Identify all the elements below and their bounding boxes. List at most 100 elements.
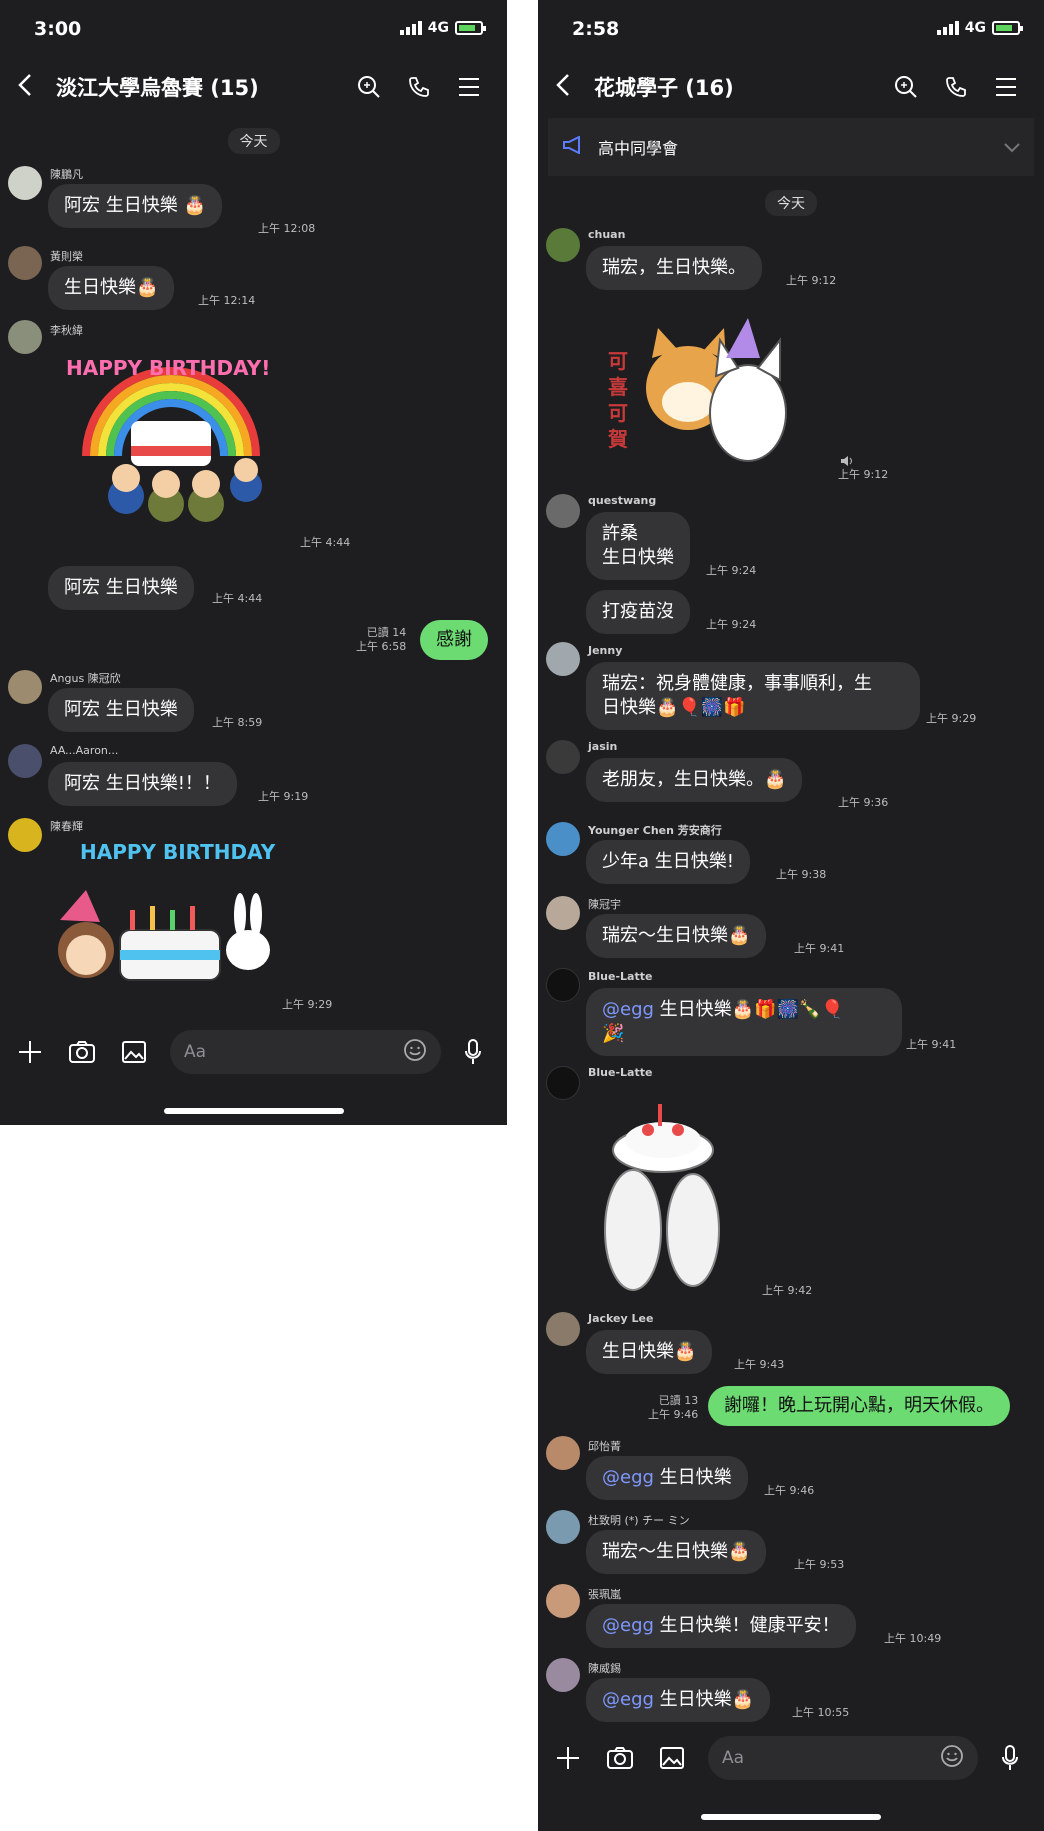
seal-cake-sticker[interactable] <box>588 1090 738 1300</box>
microphone-icon[interactable] <box>451 1038 495 1066</box>
avatar[interactable] <box>8 320 42 354</box>
message-bubble[interactable]: @egg 生日快樂🎂🎁🎆🍾🎈 🎉 <box>586 988 902 1056</box>
plus-icon[interactable] <box>546 1745 590 1771</box>
emoji-icon[interactable] <box>403 1038 427 1067</box>
camera-icon[interactable] <box>60 1040 104 1064</box>
message-bubble[interactable]: 打疫苗沒 <box>586 590 690 634</box>
message-line: 日快樂🎂🎈🎆🎁 <box>602 697 746 718</box>
mention[interactable]: @egg <box>602 999 654 1020</box>
message-time: 上午 9:24 <box>706 564 757 577</box>
outgoing-bubble[interactable]: 謝囉！晚上玩開心點，明天休假。 <box>708 1386 1010 1426</box>
avatar[interactable] <box>8 246 42 280</box>
message-time: 上午 6:58 <box>356 640 407 653</box>
chevron-down-icon[interactable] <box>1004 138 1020 157</box>
avatar[interactable] <box>546 1066 580 1100</box>
camera-icon[interactable] <box>598 1746 642 1770</box>
avatar[interactable] <box>8 670 42 704</box>
message-bubble[interactable]: 阿宏 生日快樂 <box>48 566 194 610</box>
message-time: 上午 12:14 <box>198 294 256 307</box>
message-bubble[interactable]: @egg 生日快樂🎂 <box>586 1678 771 1722</box>
menu-icon[interactable] <box>455 73 483 101</box>
message-time: 上午 9:12 <box>838 468 889 481</box>
avatar[interactable] <box>546 740 580 774</box>
avatar[interactable] <box>546 1436 580 1470</box>
avatar[interactable] <box>8 818 42 852</box>
message-bubble[interactable]: 瑞宏～生日快樂🎂 <box>586 914 767 958</box>
input-placeholder: Aa <box>184 1042 207 1062</box>
message-bubble[interactable]: 阿宏 生日快樂 🎂 <box>48 184 222 228</box>
menu-icon[interactable] <box>992 73 1020 101</box>
emoji-icon[interactable] <box>940 1744 964 1773</box>
message-line: 許桑 <box>602 523 638 544</box>
avatar[interactable] <box>546 228 580 262</box>
sticker-text: HAPPY BIRTHDAY <box>80 840 276 864</box>
avatar[interactable] <box>546 1312 580 1346</box>
message-time: 上午 9:41 <box>906 1038 957 1051</box>
avatar[interactable] <box>546 1658 580 1692</box>
image-icon[interactable] <box>112 1040 156 1064</box>
announcement-text: 高中同學會 <box>598 139 679 158</box>
message-bubble[interactable]: 瑞宏，生日快樂。 <box>586 246 762 290</box>
message-bubble[interactable]: @egg 生日快樂！健康平安！ <box>586 1604 856 1648</box>
message-bubble[interactable]: 許桑 生日快樂 <box>586 512 690 580</box>
avatar[interactable] <box>546 1510 580 1544</box>
sender-name: 陳冠宇 <box>588 898 621 911</box>
message-line: 生日快樂！健康平安！ <box>653 1615 840 1636</box>
chat-header: 淡江大學烏魯賽 (15) <box>0 62 507 112</box>
microphone-icon[interactable] <box>988 1744 1032 1772</box>
message-bubble[interactable]: 生日快樂🎂 <box>48 266 175 310</box>
sender-name: 陳春輝 <box>50 820 83 833</box>
message-bubble[interactable]: 瑞宏：祝身體健康，事事順利，生 日快樂🎂🎈🎆🎁 <box>586 662 920 730</box>
sender-name: Younger Chen 芳安商行 <box>588 824 722 837</box>
outgoing-bubble[interactable]: 感謝 <box>420 620 488 660</box>
announcement-bar[interactable]: 高中同學會 <box>548 118 1034 176</box>
birthday-cake-sticker[interactable]: HAPPY BIRTHDAY <box>50 840 280 1010</box>
message-bubble[interactable]: 阿宏 生日快樂 <box>48 688 194 732</box>
phone-icon[interactable] <box>942 73 970 101</box>
signal-icon <box>936 21 959 35</box>
message-bubble[interactable]: 生日快樂🎂 <box>586 1330 713 1374</box>
chat-title: 花城學子 (16) <box>594 76 734 100</box>
mention[interactable]: @egg <box>602 1467 654 1488</box>
image-icon[interactable] <box>650 1746 694 1770</box>
message-time: 上午 10:49 <box>884 1632 942 1645</box>
chat-title: 淡江大學烏魯賽 (15) <box>56 76 259 100</box>
sender-name: jasin <box>588 740 618 753</box>
birthday-sticker[interactable]: HAPPY BIRTHDAY! <box>66 346 276 546</box>
plus-icon[interactable] <box>8 1039 52 1065</box>
message-time: 上午 9:36 <box>838 796 889 809</box>
status-indicators: 4G <box>936 20 1023 36</box>
message-bubble[interactable]: 少年a 生日快樂! <box>586 840 750 884</box>
back-icon[interactable] <box>18 71 48 104</box>
avatar[interactable] <box>546 494 580 528</box>
message-time: 上午 9:46 <box>764 1484 815 1497</box>
avatar[interactable] <box>8 166 42 200</box>
mention[interactable]: @egg <box>602 1689 654 1710</box>
message-bubble[interactable]: 阿宏 生日快樂!！！ <box>48 762 237 806</box>
search-icon[interactable] <box>892 73 920 101</box>
message-bubble[interactable]: 老朋友，生日快樂。🎂 <box>586 758 803 802</box>
mention[interactable]: @egg <box>602 1615 654 1636</box>
message-bubble[interactable]: @egg 生日快樂 <box>586 1456 748 1500</box>
avatar[interactable] <box>546 1584 580 1618</box>
signal-icon <box>399 21 422 35</box>
sender-name: Jenny <box>588 644 623 657</box>
sender-name: 邱怡菁 <box>588 1440 621 1453</box>
home-indicator <box>701 1814 881 1820</box>
avatar[interactable] <box>546 968 580 1002</box>
message-input[interactable]: Aa <box>708 1736 978 1780</box>
message-input[interactable]: Aa <box>170 1030 441 1074</box>
message-bubble[interactable]: 瑞宏～生日快樂🎂 <box>586 1530 767 1574</box>
avatar[interactable] <box>546 822 580 856</box>
status-bar: 3:00 4G <box>0 18 507 42</box>
congratulations-sticker[interactable]: 可喜可賀 <box>608 318 808 478</box>
search-icon[interactable] <box>355 73 383 101</box>
avatar[interactable] <box>8 744 42 778</box>
megaphone-icon <box>562 135 584 158</box>
avatar[interactable] <box>546 896 580 930</box>
message-input-bar: Aa <box>538 1728 1044 1788</box>
phone-icon[interactable] <box>405 73 433 101</box>
read-receipt: 已讀 14 上午 6:58 <box>356 626 406 654</box>
back-icon[interactable] <box>556 71 586 104</box>
avatar[interactable] <box>546 642 580 676</box>
